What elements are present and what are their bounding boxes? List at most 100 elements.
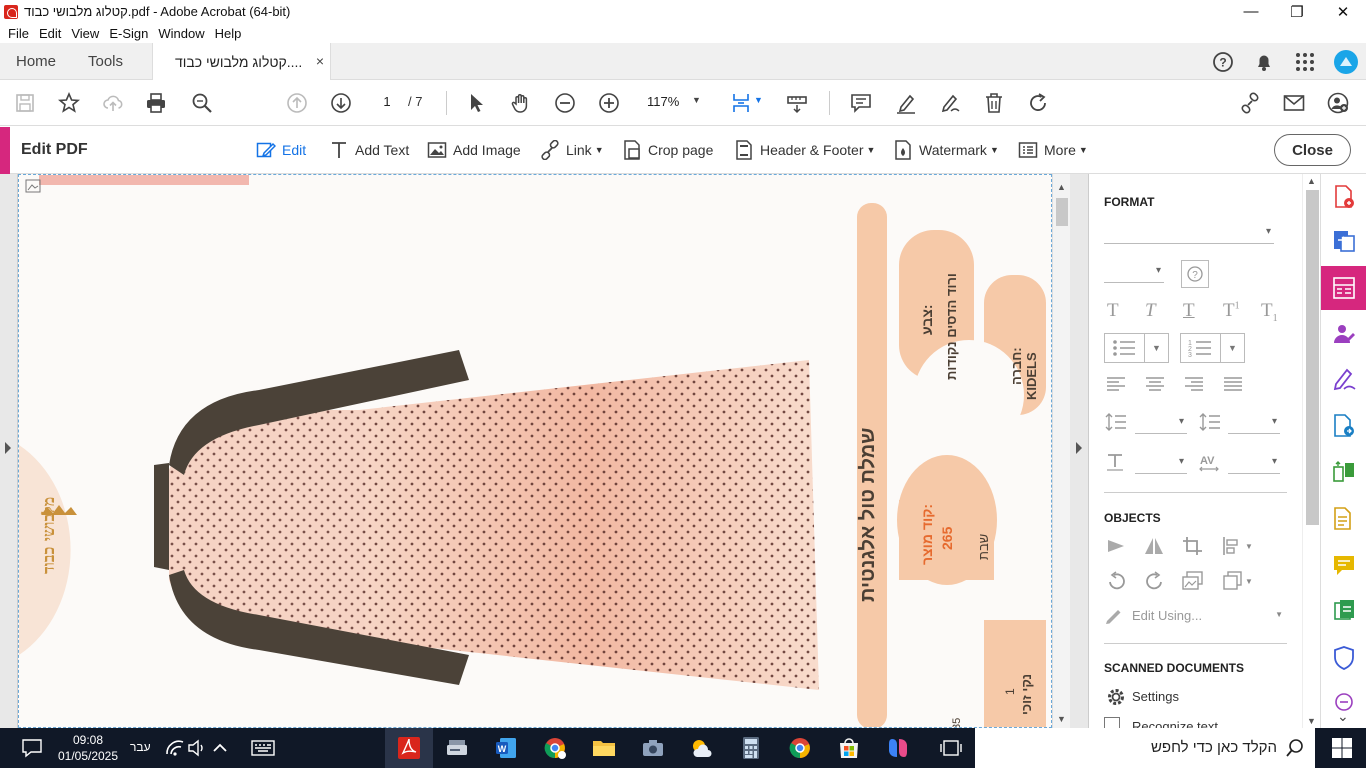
add-user-share-icon[interactable] (1325, 91, 1351, 115)
bookmark-star-icon[interactable] (56, 91, 82, 115)
menu-edit[interactable]: Edit (39, 26, 61, 41)
tab-home[interactable]: Home (16, 53, 56, 70)
close-window-button[interactable]: ✕ (1320, 0, 1366, 23)
numbered-list-dropdown[interactable]: 123 ▼ (1180, 333, 1245, 363)
zoom-dropdown-chevron-icon[interactable]: ▼ (692, 95, 701, 105)
minimize-button[interactable]: — (1228, 0, 1274, 23)
chrome-profile-icon[interactable] (543, 736, 567, 760)
microsoft-store-icon[interactable] (837, 736, 861, 760)
fit-page-icon[interactable] (728, 91, 754, 115)
format-panel-toggle[interactable] (1070, 174, 1089, 728)
send-for-review-icon[interactable] (1332, 414, 1356, 438)
fill-sign-icon[interactable] (1332, 367, 1356, 391)
arrange-objects-icon[interactable] (1222, 536, 1244, 556)
zoom-search-icon[interactable] (189, 91, 215, 115)
menu-view[interactable]: View (71, 26, 99, 41)
align-left-icon[interactable] (1106, 376, 1126, 392)
organize-pages-icon[interactable] (1332, 461, 1356, 485)
add-text-button[interactable]: Add Text (329, 140, 409, 160)
crop-page-button[interactable]: Crop page (622, 140, 713, 160)
tab-document[interactable]: קטלוג מלבושי כבוד.... × (152, 43, 331, 80)
task-view-icon[interactable] (939, 736, 963, 760)
upload-cloud-icon[interactable] (100, 91, 126, 115)
text-bold-icon[interactable]: T (1107, 300, 1119, 322)
wifi-icon[interactable] (163, 736, 187, 760)
panel-scroll-thumb[interactable] (1306, 190, 1319, 525)
pdf-page[interactable]: מלבושי כבוד שמלת טול אלגנטית צבע: ורוד ה… (18, 174, 1052, 728)
panel-scroll-down-icon[interactable]: ▼ (1307, 716, 1316, 726)
header-footer-button[interactable]: Header & Footer ▼ (734, 140, 875, 160)
camera-app-icon[interactable] (641, 736, 665, 760)
save-icon[interactable] (12, 91, 38, 115)
superscript-icon[interactable]: T1 (1223, 300, 1240, 322)
hand-tool-icon[interactable] (508, 91, 534, 115)
rotate-counterclockwise-icon[interactable] (1106, 571, 1128, 591)
google-chrome-icon[interactable] (788, 736, 812, 760)
language-indicator[interactable]: עבר (130, 740, 151, 754)
rotate-clockwise-icon[interactable] (1143, 571, 1165, 591)
align-center-icon[interactable] (1145, 376, 1165, 392)
email-icon[interactable] (1281, 91, 1307, 115)
zoom-in-icon[interactable] (596, 91, 622, 115)
group-objects-icon[interactable] (1222, 571, 1244, 591)
volume-speaker-icon[interactable] (185, 736, 209, 760)
text-italic-icon[interactable]: T (1145, 300, 1156, 322)
text-underline-icon[interactable]: T (1183, 300, 1195, 322)
previous-page-icon[interactable] (284, 91, 310, 115)
group-dropdown-chevron-icon[interactable]: ▼ (1245, 577, 1253, 586)
edit-using-dropdown[interactable]: Edit Using... ▼ (1104, 604, 1289, 626)
font-family-dropdown[interactable] (1104, 224, 1274, 244)
format-panel-scrollbar[interactable]: ▲ ▼ (1302, 174, 1320, 728)
user-avatar[interactable] (1325, 49, 1366, 75)
notification-center-icon[interactable] (20, 736, 44, 760)
weather-widget-icon[interactable] (690, 736, 714, 760)
share-link-icon[interactable] (1237, 91, 1263, 115)
scroll-up-icon[interactable]: ▲ (1057, 182, 1066, 192)
menu-esign[interactable]: E-Sign (109, 26, 148, 41)
close-edit-pdf-button[interactable]: Close (1274, 134, 1351, 166)
taskbar-clock[interactable]: 09:08 01/05/2025 (56, 732, 120, 764)
text-scale-icon[interactable] (1105, 452, 1127, 472)
close-tab-icon[interactable]: × (316, 53, 324, 69)
notifications-bell-icon[interactable] (1243, 52, 1284, 72)
replace-image-icon[interactable] (1182, 571, 1204, 591)
export-pdf-icon[interactable] (1332, 229, 1356, 253)
scroll-thumb[interactable] (1056, 198, 1068, 226)
align-right-icon[interactable] (1184, 376, 1204, 392)
arrange-dropdown-chevron-icon[interactable]: ▼ (1245, 542, 1253, 551)
edit-tool-button[interactable]: Edit (256, 140, 306, 160)
scanned-settings-button[interactable]: Settings (1104, 686, 1284, 708)
tools-rail-expand-chevron-icon[interactable]: ⌄ (1337, 708, 1349, 725)
help-icon[interactable]: ? (1202, 51, 1243, 73)
text-scale-dropdown[interactable] (1135, 454, 1187, 474)
edit-pdf-tool-icon[interactable] (1332, 276, 1356, 300)
create-pdf-icon[interactable] (1332, 185, 1356, 209)
ruler-measure-icon[interactable] (784, 91, 810, 115)
paragraph-spacing-icon[interactable] (1199, 412, 1221, 432)
crop-image-icon[interactable] (1182, 536, 1204, 556)
fit-dropdown-chevron-icon[interactable]: ▼ (754, 95, 763, 105)
zoom-out-icon[interactable] (552, 91, 578, 115)
request-signatures-icon[interactable] (1332, 322, 1356, 346)
line-spacing-icon[interactable] (1105, 412, 1127, 432)
taskbar-search-box[interactable]: הקלד כאן כדי לחפש (975, 728, 1315, 768)
windows-start-icon[interactable] (1330, 736, 1354, 760)
protect-shield-icon[interactable] (1332, 646, 1356, 670)
font-size-dropdown[interactable] (1104, 263, 1164, 283)
delete-trash-icon[interactable] (981, 91, 1007, 115)
panel-scroll-up-icon[interactable]: ▲ (1307, 176, 1316, 186)
page-number-input[interactable]: 1 (373, 92, 401, 112)
align-justify-icon[interactable] (1223, 376, 1243, 392)
subscript-icon[interactable]: T1 (1261, 300, 1278, 324)
adobe-acrobat-taskbar-icon[interactable] (397, 736, 421, 760)
zoom-level-select[interactable]: 117% (647, 94, 679, 109)
scroll-down-icon[interactable]: ▼ (1057, 714, 1066, 724)
character-spacing-dropdown[interactable] (1228, 454, 1280, 474)
menu-help[interactable]: Help (215, 26, 242, 41)
line-spacing-dropdown[interactable] (1135, 414, 1187, 434)
select-cursor-icon[interactable] (463, 91, 489, 115)
paragraph-spacing-dropdown[interactable] (1228, 414, 1280, 434)
draw-sign-icon[interactable] (937, 91, 963, 115)
flip-horizontal-icon[interactable] (1106, 536, 1128, 556)
document-scrollbar[interactable]: ▲ ▼ (1052, 174, 1070, 728)
